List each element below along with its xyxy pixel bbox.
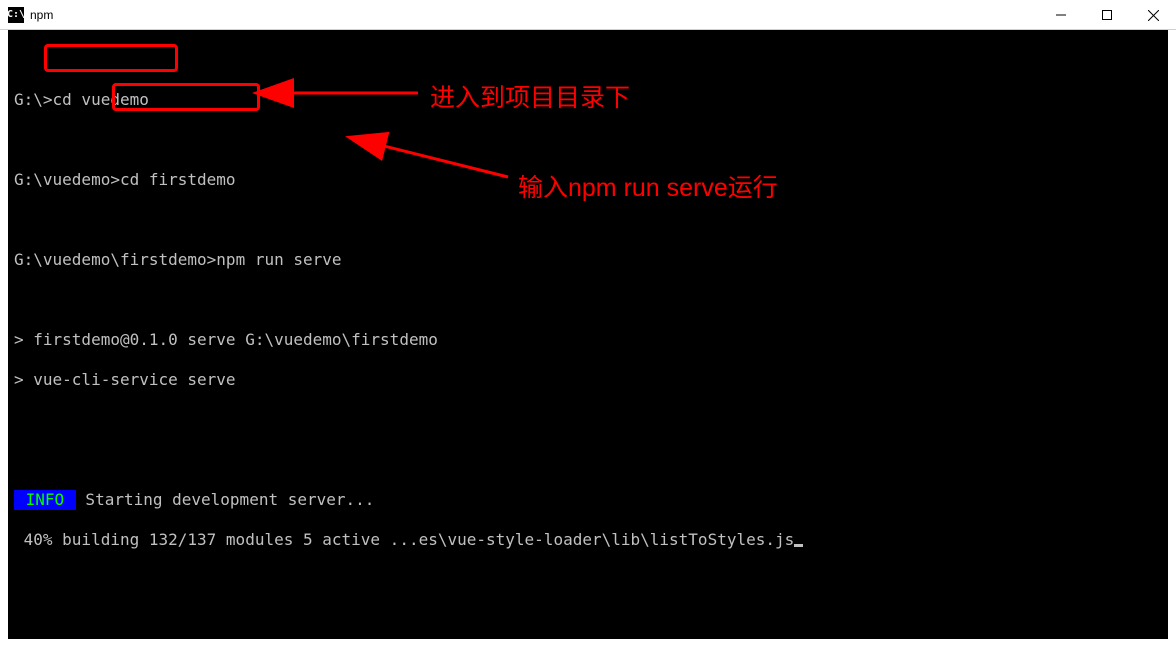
terminal-line: > vue-cli-service serve <box>8 370 1168 390</box>
minimize-button[interactable] <box>1038 0 1084 30</box>
window-frame: C:\ npm G:\>cd vuedemo G:\vuedemo>cd fir… <box>0 0 1176 647</box>
prompt-text: G:\> <box>14 90 53 109</box>
maximize-icon <box>1102 10 1112 20</box>
titlebar[interactable]: C:\ npm <box>0 0 1176 30</box>
terminal-line <box>8 450 1168 470</box>
close-icon <box>1148 10 1159 21</box>
prompt-text: G:\vuedemo> <box>14 170 120 189</box>
info-badge: INFO <box>14 490 76 510</box>
terminal-text: Starting development server... <box>76 490 375 509</box>
command-text: cd firstdemo <box>120 170 236 189</box>
terminal-line: INFO Starting development server... <box>8 490 1168 510</box>
prompt-text: G:\vuedemo\firstdemo> <box>14 250 216 269</box>
terminal-line: > firstdemo@0.1.0 serve G:\vuedemo\first… <box>8 330 1168 350</box>
minimize-icon <box>1056 10 1066 20</box>
terminal-line <box>8 410 1168 430</box>
terminal-line <box>8 50 1168 70</box>
window-controls <box>1038 0 1176 30</box>
maximize-button[interactable] <box>1084 0 1130 30</box>
terminal-line: 40% building 132/137 modules 5 active ..… <box>8 530 1168 550</box>
terminal-line <box>8 130 1168 150</box>
terminal-line: G:\>cd vuedemo <box>8 90 1168 110</box>
command-text: cd vuedemo <box>53 90 149 109</box>
terminal-line <box>8 210 1168 230</box>
window-title: npm <box>30 8 53 22</box>
terminal-text: > firstdemo@0.1.0 serve G:\vuedemo\first… <box>14 330 438 349</box>
terminal-line: G:\vuedemo\firstdemo>npm run serve <box>8 250 1168 270</box>
terminal-text: > vue-cli-service serve <box>14 370 236 389</box>
cursor-icon <box>794 544 803 547</box>
terminal-output: G:\>cd vuedemo G:\vuedemo>cd firstdemo G… <box>8 30 1168 590</box>
terminal-line <box>8 290 1168 310</box>
terminal-area[interactable]: G:\>cd vuedemo G:\vuedemo>cd firstdemo G… <box>8 30 1168 639</box>
close-button[interactable] <box>1130 0 1176 30</box>
cmd-icon: C:\ <box>8 7 24 23</box>
terminal-line: G:\vuedemo>cd firstdemo <box>8 170 1168 190</box>
command-text: npm run serve <box>216 250 341 269</box>
terminal-text: 40% building 132/137 modules 5 active ..… <box>14 530 794 549</box>
